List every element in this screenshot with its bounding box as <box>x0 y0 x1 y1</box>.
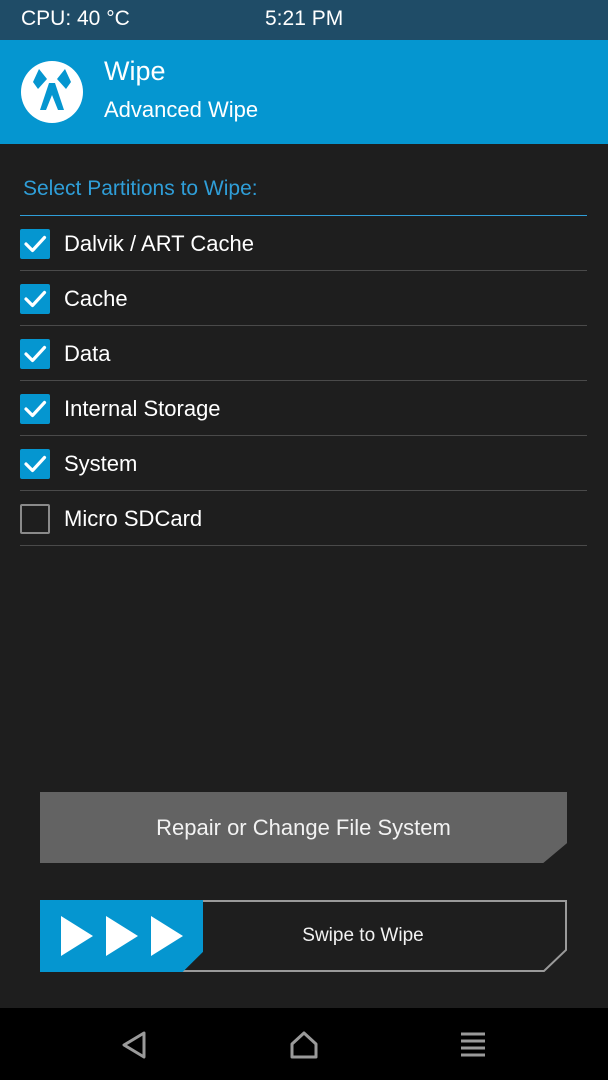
partition-row-cache[interactable]: Cache <box>20 271 587 326</box>
partition-label: Data <box>64 341 111 366</box>
partition-row-internal-storage[interactable]: Internal Storage <box>20 381 587 436</box>
home-icon[interactable] <box>287 1028 321 1062</box>
checkbox[interactable] <box>20 394 50 424</box>
menu-icon[interactable] <box>456 1028 490 1062</box>
section-title: Select Partitions to Wipe: <box>23 177 258 200</box>
checkbox[interactable] <box>20 449 50 479</box>
page-subtitle: Advanced Wipe <box>104 97 259 122</box>
play-arrow-icon <box>61 916 93 956</box>
partition-list: Dalvik / ART Cache Cache Data Internal S… <box>20 216 587 546</box>
swipe-to-wipe-slider[interactable]: Swipe to Wipe <box>40 900 567 972</box>
partition-row-system[interactable]: System <box>20 436 587 491</box>
swipe-handle[interactable] <box>40 900 203 972</box>
page-title: Wipe <box>104 56 166 86</box>
partition-label: Internal Storage <box>64 396 221 421</box>
play-arrow-icon <box>106 916 138 956</box>
play-arrow-icon <box>151 916 183 956</box>
partition-label: Micro SDCard <box>64 506 203 531</box>
partition-label: Dalvik / ART Cache <box>64 231 254 256</box>
checkbox[interactable] <box>20 284 50 314</box>
partition-row-dalvik[interactable]: Dalvik / ART Cache <box>20 216 587 271</box>
partition-row-data[interactable]: Data <box>20 326 587 381</box>
header: Wipe Advanced Wipe <box>0 40 608 144</box>
cpu-temperature: CPU: 40 °C <box>21 7 130 30</box>
back-icon[interactable] <box>118 1028 152 1062</box>
checkbox[interactable] <box>20 339 50 369</box>
partition-label: Cache <box>64 286 128 311</box>
status-bar: CPU: 40 °C 5:21 PM <box>0 0 608 40</box>
partition-row-micro-sdcard[interactable]: Micro SDCard <box>20 491 587 546</box>
checkbox[interactable] <box>20 229 50 259</box>
navigation-bar <box>0 1008 608 1080</box>
swipe-label: Swipe to Wipe <box>302 925 424 946</box>
repair-file-system-button[interactable]: Repair or Change File System <box>40 792 567 863</box>
clock: 5:21 PM <box>265 7 344 30</box>
partition-label: System <box>64 451 138 476</box>
checkbox[interactable] <box>20 504 50 534</box>
twrp-logo-icon <box>21 61 83 123</box>
